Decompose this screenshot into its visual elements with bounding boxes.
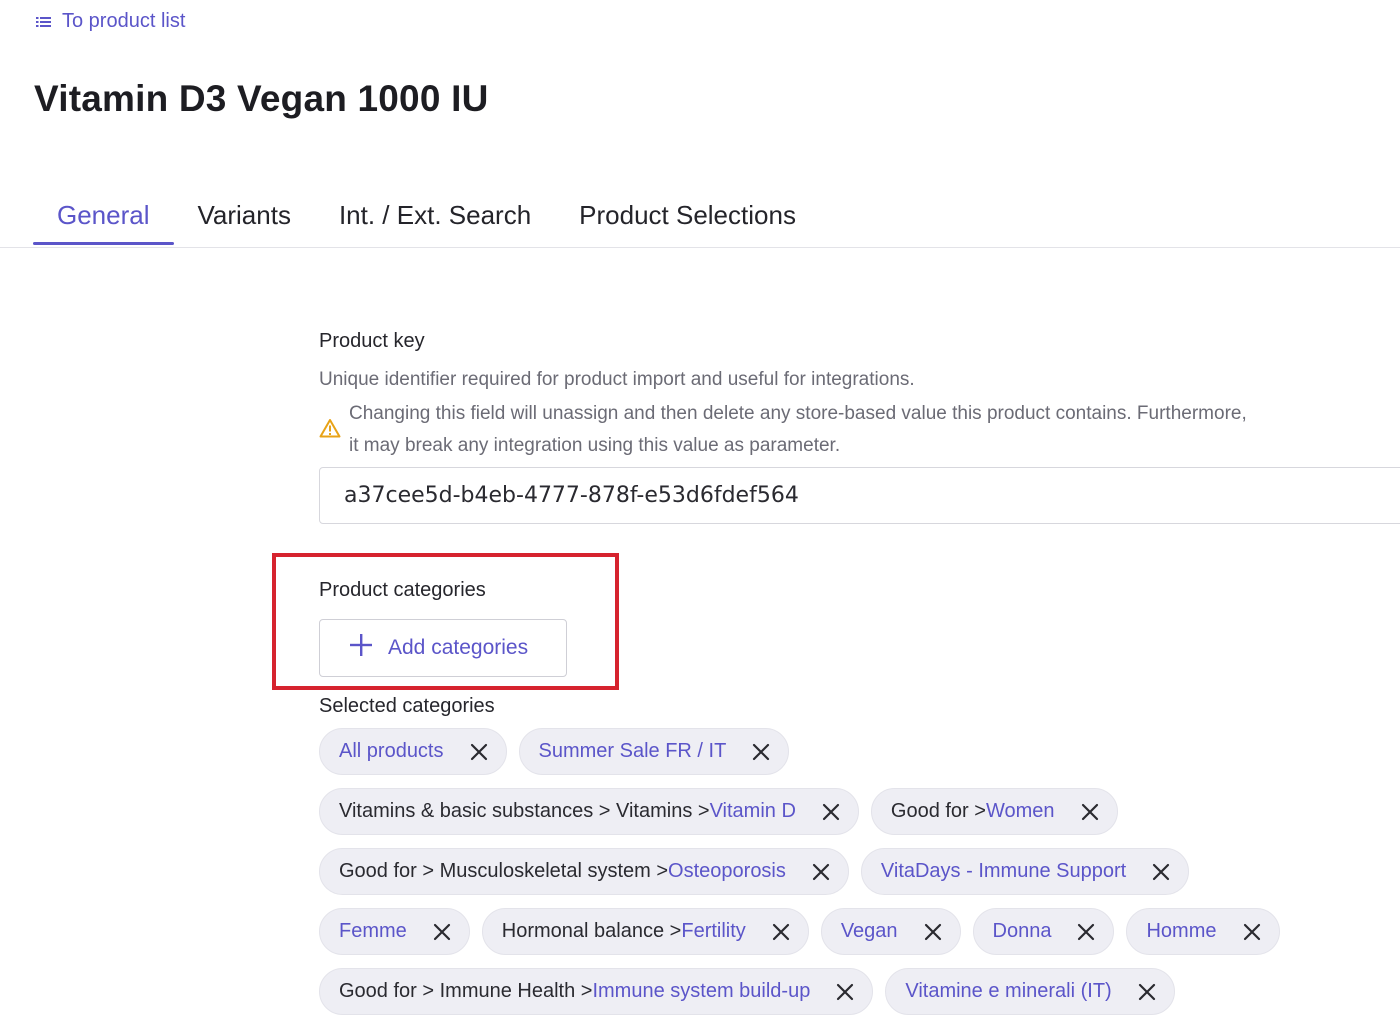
close-icon[interactable] bbox=[822, 803, 840, 821]
category-chip: Femme bbox=[319, 908, 470, 955]
chip-row: All products Summer Sale FR / IT bbox=[319, 728, 1280, 775]
category-chip: Vitamins & basic substances > Vitamins >… bbox=[319, 788, 859, 835]
category-chip-leaf: Summer Sale FR / IT bbox=[538, 740, 727, 762]
category-chip-leaf: Osteoporosis bbox=[668, 860, 786, 882]
chip-row: Femme Hormonal balance > Fertility Vegan… bbox=[319, 908, 1280, 955]
close-icon[interactable] bbox=[752, 743, 770, 761]
category-chip-leaf: Vitamine e minerali (IT) bbox=[905, 980, 1112, 1002]
category-chip-leaf: Vegan bbox=[840, 920, 898, 942]
tab-variants[interactable]: Variants bbox=[174, 196, 315, 243]
warning-triangle-icon bbox=[319, 418, 341, 443]
page-title: Vitamin D3 Vegan 1000 IU bbox=[34, 78, 489, 119]
category-chip-path: Good for > bbox=[890, 800, 986, 822]
product-key-input[interactable] bbox=[319, 467, 1400, 524]
tabs-divider bbox=[0, 247, 1400, 248]
close-icon[interactable] bbox=[1152, 863, 1170, 881]
warning-text-line-1: Changing this field will unassign and th… bbox=[349, 403, 1247, 424]
warning-text-line-2: it may break any integration using this … bbox=[349, 435, 841, 456]
category-chip-path: Vitamins & basic substances > Vitamins > bbox=[339, 800, 710, 822]
category-chip: Good for > Immune Health > Immune system… bbox=[319, 968, 874, 1015]
tab-product-selections[interactable]: Product Selections bbox=[555, 196, 820, 243]
close-icon[interactable] bbox=[433, 923, 451, 941]
selected-categories-list: All products Summer Sale FR / IT Vitamin… bbox=[319, 728, 1280, 1028]
tab-bar: General Variants Int. / Ext. Search Prod… bbox=[33, 196, 820, 245]
category-chip-leaf: All products bbox=[339, 740, 444, 762]
tab-general[interactable]: General bbox=[33, 196, 174, 245]
tab-int-ext-search[interactable]: Int. / Ext. Search bbox=[315, 196, 555, 243]
plus-icon bbox=[348, 632, 374, 664]
chip-row: Good for > Immune Health > Immune system… bbox=[319, 968, 1280, 1015]
add-categories-button[interactable]: Add categories bbox=[319, 619, 567, 677]
close-icon[interactable] bbox=[1077, 923, 1095, 941]
product-categories-label: Product categories bbox=[319, 579, 486, 601]
category-chip-path: Good for > Immune Health > bbox=[339, 980, 593, 1002]
back-to-product-list-link[interactable]: To product list bbox=[34, 10, 185, 33]
product-key-description: Unique identifier required for product i… bbox=[319, 369, 915, 390]
product-key-warning: Changing this field will unassign and th… bbox=[319, 398, 1400, 462]
category-chip: Summer Sale FR / IT bbox=[518, 728, 790, 775]
category-chip: Vegan bbox=[820, 908, 961, 955]
selected-categories-label: Selected categories bbox=[319, 695, 495, 717]
category-chip-leaf: Femme bbox=[339, 920, 407, 942]
category-chip-leaf: Vitamin D bbox=[709, 800, 796, 822]
category-chip: All products bbox=[319, 728, 507, 775]
category-chip-leaf: Fertility bbox=[681, 920, 746, 942]
close-icon[interactable] bbox=[1243, 923, 1261, 941]
category-chip: Vitamine e minerali (IT) bbox=[885, 968, 1175, 1015]
category-chip: Hormonal balance > Fertility bbox=[481, 908, 809, 955]
close-icon[interactable] bbox=[772, 923, 790, 941]
category-chip-leaf: Donna bbox=[992, 920, 1052, 942]
chip-row: Vitamins & basic substances > Vitamins >… bbox=[319, 788, 1280, 835]
category-chip-path: Good for > Musculoskeletal system > bbox=[339, 860, 669, 882]
category-chip: Donna bbox=[972, 908, 1115, 955]
close-icon[interactable] bbox=[812, 863, 830, 881]
close-icon[interactable] bbox=[470, 743, 488, 761]
category-chip-path: Hormonal balance > bbox=[501, 920, 682, 942]
product-key-label: Product key bbox=[319, 330, 425, 352]
close-icon[interactable] bbox=[836, 983, 854, 1001]
category-chip-leaf: Homme bbox=[1146, 920, 1217, 942]
category-chip: Homme bbox=[1126, 908, 1280, 955]
category-chip-leaf: Women bbox=[985, 800, 1055, 822]
category-chip: Good for > Women bbox=[870, 788, 1118, 835]
close-icon[interactable] bbox=[924, 923, 942, 941]
category-chip-leaf: Immune system build-up bbox=[592, 980, 811, 1002]
category-chip: Good for > Musculoskeletal system > Oste… bbox=[319, 848, 849, 895]
chip-row: Good for > Musculoskeletal system > Oste… bbox=[319, 848, 1280, 895]
close-icon[interactable] bbox=[1081, 803, 1099, 821]
back-link-label: To product list bbox=[62, 10, 186, 32]
list-icon bbox=[34, 14, 54, 30]
category-chip-leaf: VitaDays - Immune Support bbox=[880, 860, 1127, 882]
category-chip: VitaDays - Immune Support bbox=[860, 848, 1190, 895]
close-icon[interactable] bbox=[1138, 983, 1156, 1001]
add-categories-label: Add categories bbox=[388, 636, 529, 659]
